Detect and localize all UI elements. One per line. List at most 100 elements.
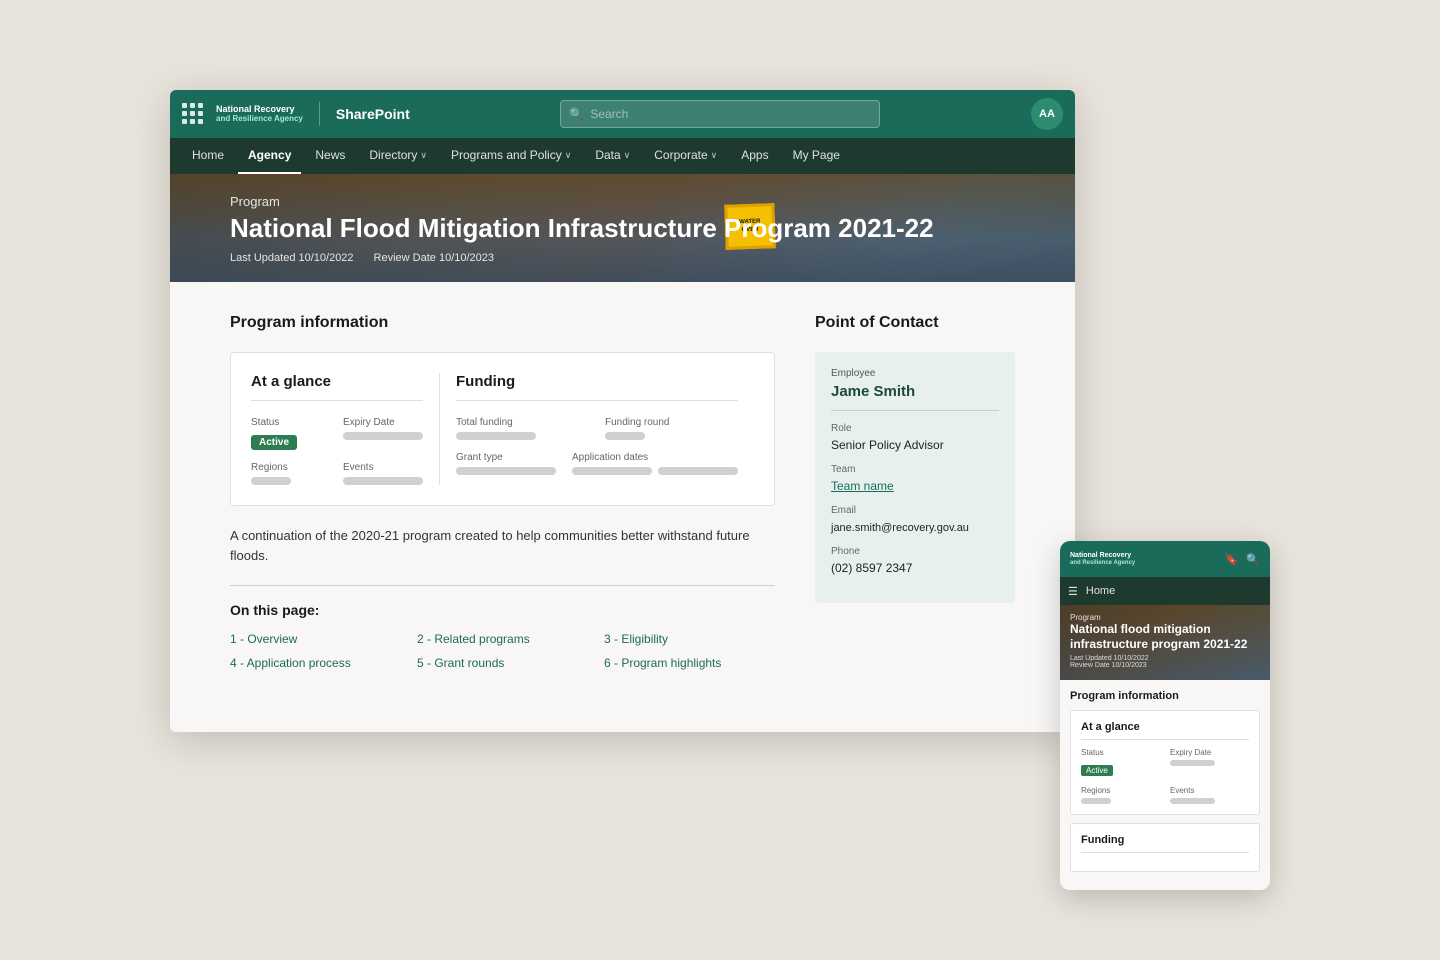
content-divider xyxy=(230,585,775,586)
mobile-logo-line1: National Recovery xyxy=(1070,552,1135,560)
total-funding-label: Total funding xyxy=(456,417,589,428)
status-badge: Active xyxy=(251,435,297,450)
status-field: Status Active xyxy=(251,417,327,450)
sharepoint-topbar: National Recovery and Resilience Agency … xyxy=(170,90,1075,138)
poc-role-value: Senior Policy Advisor xyxy=(831,438,944,452)
total-funding-field: Total funding xyxy=(456,417,589,440)
mobile-hero-title: National flood mitigation infrastructure… xyxy=(1070,622,1260,652)
program-description: A continuation of the 2020-21 program cr… xyxy=(230,526,775,565)
user-avatar[interactable]: AA xyxy=(1031,98,1063,130)
grant-type-field: Grant type xyxy=(456,452,556,475)
mobile-logo[interactable]: National Recovery and Resilience Agency xyxy=(1070,552,1135,566)
mobile-review-date: Review Date 10/10/2023 xyxy=(1070,662,1147,669)
mobile-funding-card: Funding xyxy=(1070,823,1260,872)
hamburger-icon[interactable]: ☰ xyxy=(1068,585,1078,598)
on-this-page-item-5[interactable]: 5 - Grant rounds xyxy=(417,656,588,670)
nav-item-news[interactable]: News xyxy=(305,138,355,174)
regions-row: Regions Events xyxy=(251,462,423,485)
directory-chevron: ∨ xyxy=(420,150,427,161)
on-this-page-item-3[interactable]: 3 - Eligibility xyxy=(604,632,775,646)
status-row: Status Active Expiry Date xyxy=(251,417,423,450)
search-icon: 🔍 xyxy=(569,107,584,121)
poc-card: Employee Jame Smith Role Senior Policy A… xyxy=(815,352,1015,603)
grant-type-value xyxy=(456,467,556,475)
hero-label: Program xyxy=(230,194,1015,209)
on-this-page-item-1[interactable]: 1 - Overview xyxy=(230,632,401,646)
logo-divider xyxy=(319,102,320,126)
poc-team-value[interactable]: Team name xyxy=(831,479,894,493)
nav-item-agency[interactable]: Agency xyxy=(238,138,301,174)
poc-email-field: Email jane.smith@recovery.gov.au xyxy=(831,505,999,536)
mobile-content: Program information At a glance Status A… xyxy=(1060,680,1270,890)
nav-item-directory[interactable]: Directory ∨ xyxy=(359,138,437,174)
org-logo[interactable]: National Recovery and Resilience Agency xyxy=(216,105,303,124)
on-this-page-item-4[interactable]: 4 - Application process xyxy=(230,656,401,670)
mobile-bookmark-icon[interactable]: 🔖 xyxy=(1225,553,1239,566)
at-a-glance-section: At a glance Status Active Expiry Date xyxy=(251,373,440,485)
application-dates-value xyxy=(572,467,738,475)
waffle-menu[interactable] xyxy=(182,103,204,125)
funding-row2: Grant type Application dates xyxy=(456,452,738,475)
grant-type-label: Grant type xyxy=(456,452,556,463)
mobile-events-field: Events xyxy=(1170,786,1249,804)
main-content: Program information At a glance Status A… xyxy=(230,314,775,700)
nav-item-data[interactable]: Data ∨ xyxy=(585,138,640,174)
poc-phone-label: Phone xyxy=(831,546,999,557)
search-container: 🔍 Search xyxy=(422,100,1019,128)
mobile-nav-home[interactable]: Home xyxy=(1086,585,1115,597)
poc-email-label: Email xyxy=(831,505,999,516)
desktop-window: National Recovery and Resilience Agency … xyxy=(170,90,1075,732)
data-chevron: ∨ xyxy=(624,150,631,161)
navigation-bar: Home Agency News Directory ∨ Programs an… xyxy=(170,138,1075,174)
app-date-from xyxy=(572,467,652,475)
info-card-grid: At a glance Status Active Expiry Date xyxy=(251,373,754,485)
nav-item-programs[interactable]: Programs and Policy ∨ xyxy=(441,138,581,174)
funding-round-field: Funding round xyxy=(605,417,738,440)
mobile-hero-label: Program xyxy=(1070,613,1260,622)
mobile-regions-field: Regions xyxy=(1081,786,1160,804)
on-this-page-grid: 1 - Overview 2 - Related programs 3 - El… xyxy=(230,632,775,670)
regions-label: Regions xyxy=(251,462,327,473)
hero-title: National Flood Mitigation Infrastructure… xyxy=(230,213,1015,244)
hero-content: Program National Flood Mitigation Infras… xyxy=(170,174,1075,282)
waffle-dot xyxy=(190,111,195,116)
mobile-status-label: Status xyxy=(1081,748,1160,757)
on-this-page-item-2[interactable]: 2 - Related programs xyxy=(417,632,588,646)
mobile-status-field: Status Active xyxy=(1081,748,1160,778)
nav-item-corporate[interactable]: Corporate ∨ xyxy=(644,138,727,174)
mobile-hero: Program National flood mitigation infras… xyxy=(1060,605,1270,680)
mobile-icon-group: 🔖 🔍 xyxy=(1225,553,1260,566)
nav-item-apps[interactable]: Apps xyxy=(731,138,778,174)
hero-review-date: Review Date 10/10/2023 xyxy=(374,252,494,264)
poc-name: Jame Smith xyxy=(831,383,999,411)
events-value xyxy=(343,477,423,485)
expiry-date-value xyxy=(343,432,423,440)
mobile-regions-label: Regions xyxy=(1081,786,1160,795)
regions-field: Regions xyxy=(251,462,327,485)
at-a-glance-heading: At a glance xyxy=(251,373,423,401)
hero-meta: Last Updated 10/10/2022 Review Date 10/1… xyxy=(230,252,1015,264)
mobile-topbar: National Recovery and Resilience Agency … xyxy=(1060,541,1270,577)
mobile-status-badge: Active xyxy=(1081,765,1113,776)
poc-section-title: Point of Contact xyxy=(815,314,1015,332)
mobile-search-icon[interactable]: 🔍 xyxy=(1246,553,1260,566)
mobile-regions-row: Regions Events xyxy=(1081,786,1249,804)
mobile-expiry-value xyxy=(1170,760,1215,766)
poc-employee-label: Employee xyxy=(831,368,999,379)
events-label: Events xyxy=(343,462,423,473)
corporate-chevron: ∨ xyxy=(711,150,718,161)
nav-item-mypage[interactable]: My Page xyxy=(783,138,850,174)
on-this-page-item-6[interactable]: 6 - Program highlights xyxy=(604,656,775,670)
expiry-date-field: Expiry Date xyxy=(343,417,423,450)
poc-role-label: Role xyxy=(831,423,999,434)
waffle-dot xyxy=(190,119,195,124)
mobile-last-updated: Last Updated 10/10/2022 xyxy=(1070,655,1149,662)
application-dates-label: Application dates xyxy=(572,452,738,463)
hero-banner: WATEROVER Program National Flood Mitigat… xyxy=(170,174,1075,282)
hero-last-updated: Last Updated 10/10/2022 xyxy=(230,252,354,264)
mobile-hero-meta: Last Updated 10/10/2022 Review Date 10/1… xyxy=(1070,655,1260,669)
scene: National Recovery and Resilience Agency … xyxy=(170,90,1270,870)
on-this-page-title: On this page: xyxy=(230,602,775,618)
search-bar[interactable]: 🔍 Search xyxy=(560,100,880,128)
nav-item-home[interactable]: Home xyxy=(182,138,234,174)
